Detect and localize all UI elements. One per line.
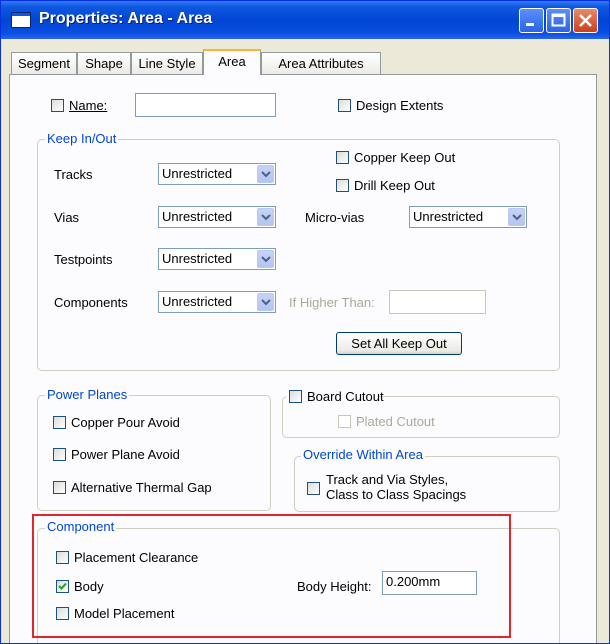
testpoints-value: Unrestricted [162, 251, 233, 266]
design-extents-label: Design Extents [356, 98, 444, 113]
track-via-styles-label: Track and Via Styles, Class to Class Spa… [326, 472, 466, 502]
title-bar[interactable]: Properties: Area - Area [1, 1, 609, 39]
plated-cutout-checkbox[interactable] [338, 415, 351, 428]
power-plane-avoid-label: Power Plane Avoid [71, 447, 180, 462]
tracks-label: Tracks [54, 167, 93, 182]
chevron-down-icon [261, 299, 271, 306]
copper-pour-avoid-checkbox[interactable] [53, 416, 66, 429]
components-label: Components [54, 295, 128, 310]
if-higher-than-label: If Higher Than: [289, 295, 375, 310]
tab-area-attributes[interactable]: Area Attributes [261, 52, 381, 74]
board-cutout-checkbox[interactable] [289, 390, 302, 403]
plated-cutout-label: Plated Cutout [356, 414, 435, 429]
name-checkbox[interactable] [51, 99, 64, 112]
alternative-thermal-gap-label: Alternative Thermal Gap [71, 480, 212, 495]
tab-segment[interactable]: Segment [11, 52, 77, 74]
copper-keep-out-checkbox[interactable] [336, 151, 349, 164]
power-planes-title: Power Planes [45, 387, 130, 402]
vias-dropdown-button[interactable] [257, 208, 274, 226]
tab-shape[interactable]: Shape [77, 52, 131, 74]
testpoints-dropdown-button[interactable] [257, 250, 274, 268]
vias-select[interactable]: Unrestricted [158, 206, 276, 228]
micro-vias-value: Unrestricted [413, 209, 484, 224]
set-all-keep-out-button[interactable]: Set All Keep Out [336, 332, 462, 355]
window-title: Properties: Area - Area [39, 10, 213, 27]
track-via-styles-checkbox[interactable] [307, 482, 320, 495]
maximize-button[interactable] [546, 8, 571, 33]
tracks-dropdown-button[interactable] [257, 165, 274, 183]
close-button[interactable] [573, 8, 598, 33]
components-value: Unrestricted [162, 294, 233, 309]
override-line-2: Class to Class Spacings [326, 487, 467, 502]
window-icon [11, 12, 31, 28]
name-label: Name: [69, 98, 108, 113]
copper-keep-out-label: Copper Keep Out [354, 150, 456, 165]
if-higher-than-input[interactable] [389, 290, 486, 314]
components-select[interactable]: Unrestricted [158, 291, 276, 313]
micro-vias-dropdown-button[interactable] [508, 208, 525, 226]
copper-pour-avoid-label: Copper Pour Avoid [71, 415, 180, 430]
override-line-1: Track and Via Styles, [326, 472, 449, 487]
keep-in-out-title: Keep In/Out [45, 131, 119, 146]
tab-line-style[interactable]: Line Style [131, 52, 203, 74]
micro-vias-select[interactable]: Unrestricted [409, 206, 527, 228]
name-input[interactable] [135, 93, 276, 117]
vias-value: Unrestricted [162, 209, 233, 224]
testpoints-select[interactable]: Unrestricted [158, 248, 276, 270]
tracks-select[interactable]: Unrestricted [158, 163, 276, 185]
close-icon [579, 14, 592, 27]
tracks-value: Unrestricted [162, 166, 233, 181]
testpoints-label: Testpoints [54, 252, 113, 267]
highlight-box [32, 514, 511, 638]
chevron-down-icon [261, 171, 271, 178]
power-plane-avoid-checkbox[interactable] [53, 448, 66, 461]
components-dropdown-button[interactable] [257, 293, 274, 311]
properties-dialog: Properties: Area - Area Segment Shape Li… [0, 0, 610, 644]
drill-keep-out-label: Drill Keep Out [354, 178, 435, 193]
drill-keep-out-checkbox[interactable] [336, 179, 349, 192]
minimize-icon [526, 23, 534, 26]
minimize-button[interactable] [519, 8, 544, 33]
chevron-down-icon [261, 256, 271, 263]
design-extents-checkbox[interactable] [338, 99, 351, 112]
vias-label: Vias [54, 210, 80, 225]
micro-vias-label: Micro-vias [305, 210, 365, 225]
override-within-area-title: Override Within Area [301, 447, 425, 462]
keep-in-out-group [37, 139, 560, 371]
board-cutout-label: Board Cutout [307, 389, 384, 404]
chevron-down-icon [261, 214, 271, 221]
alternative-thermal-gap-checkbox[interactable] [53, 481, 66, 494]
tab-area[interactable]: Area [203, 49, 261, 75]
maximize-icon [551, 13, 566, 27]
chevron-down-icon [512, 214, 522, 221]
